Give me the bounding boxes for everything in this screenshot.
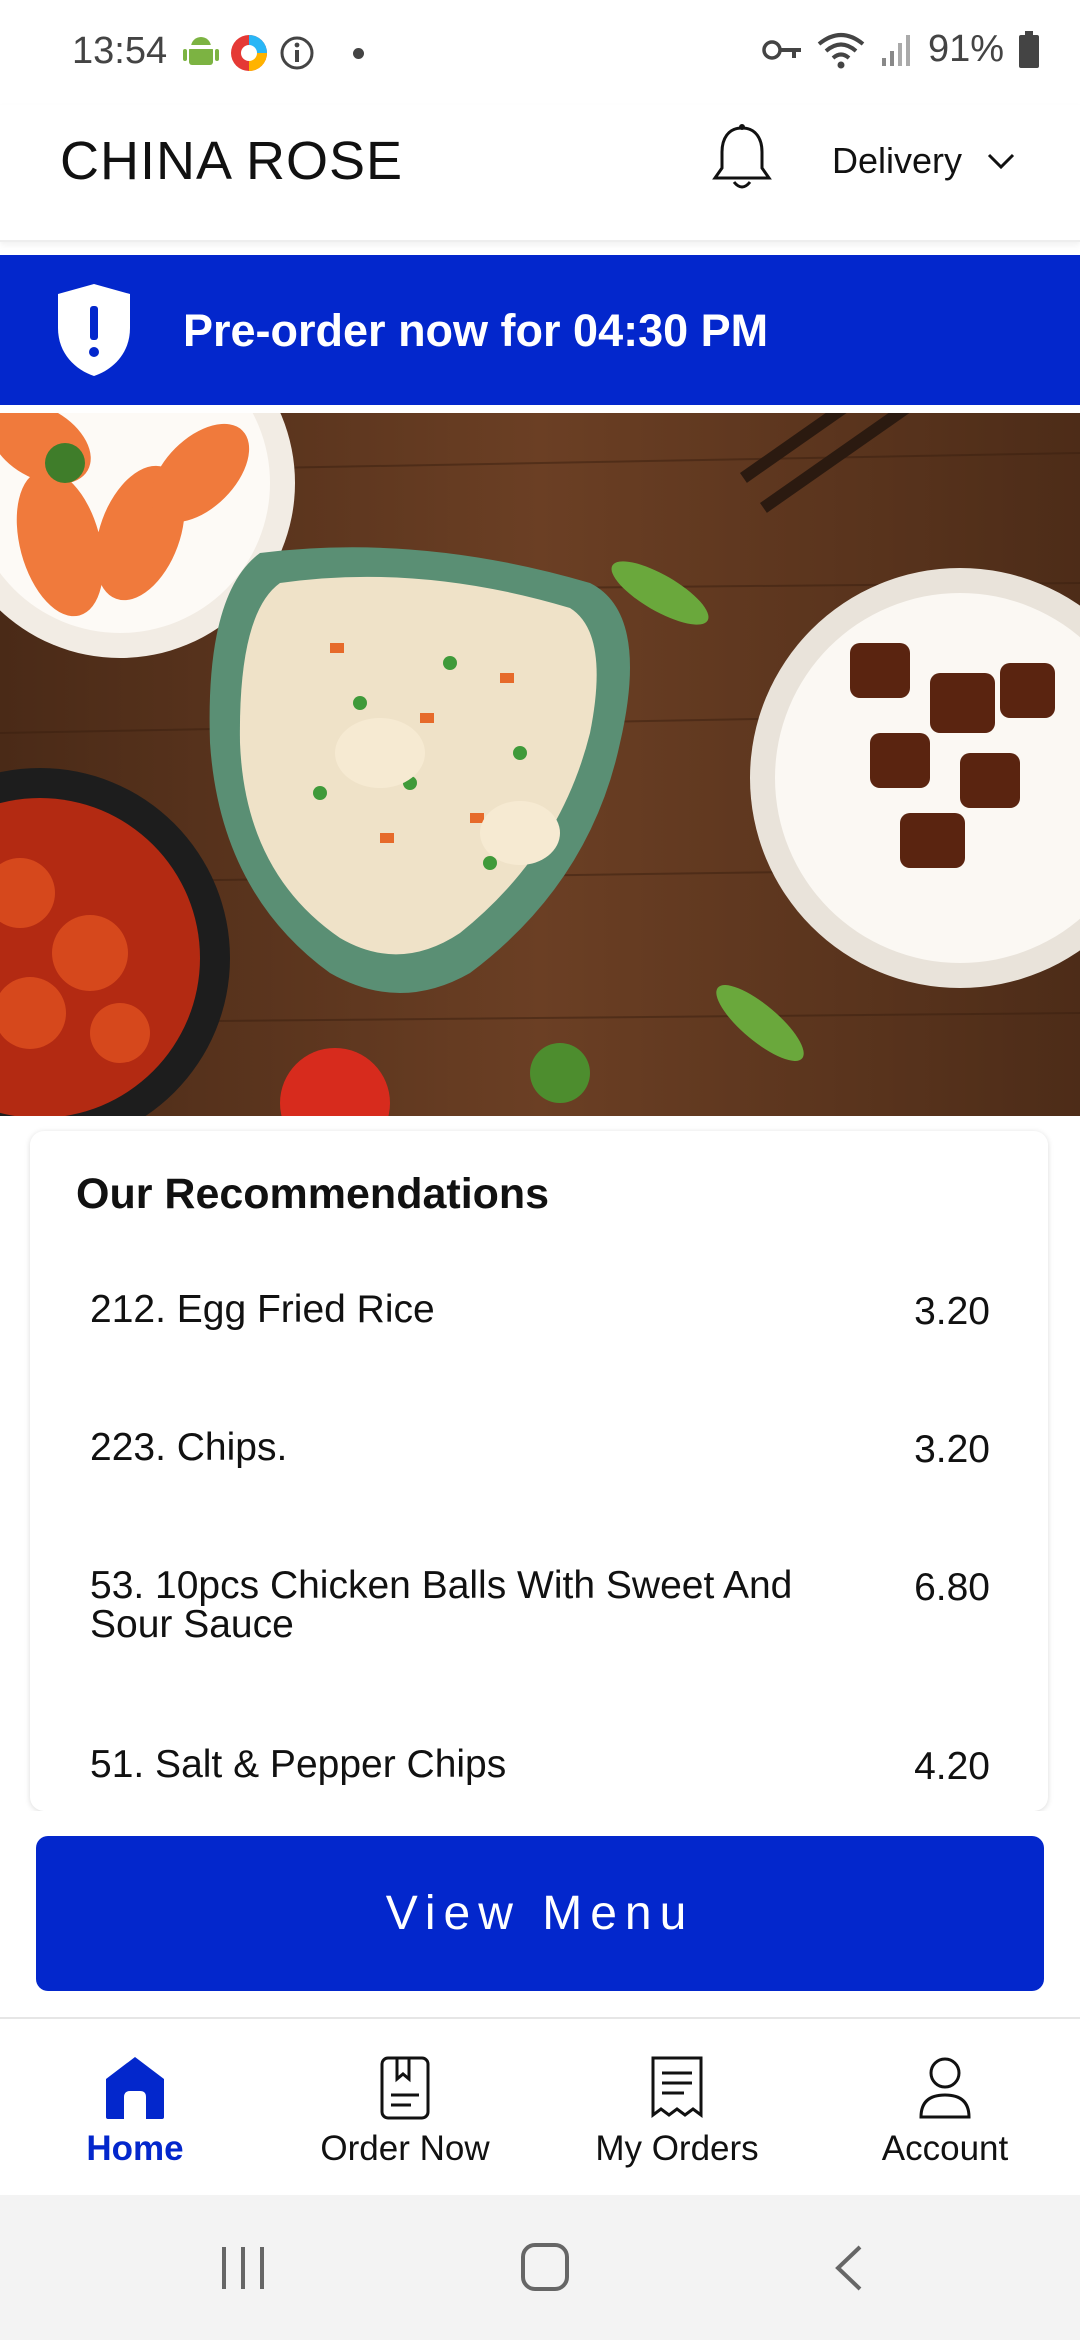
battery-percent: 91% — [927, 28, 1004, 70]
status-icons-left — [183, 33, 364, 73]
chevron-down-icon — [987, 153, 1015, 170]
battery-icon — [1019, 30, 1039, 68]
item-price: 3.20 — [914, 1428, 990, 1471]
item-price: 3.20 — [914, 1290, 990, 1333]
nav-label: Account — [881, 2129, 1009, 2168]
nav-home[interactable]: Home — [20, 2055, 250, 2169]
status-time: 13:54 — [72, 30, 168, 72]
recommendation-item[interactable]: 223. Chips. 3.20 — [90, 1428, 990, 1472]
app-icon — [231, 35, 267, 71]
item-name: 212. Egg Fried Rice — [90, 1288, 435, 1331]
recommendation-item[interactable]: 212. Egg Fried Rice 3.20 — [90, 1290, 990, 1334]
bell-icon[interactable] — [710, 122, 774, 194]
system-nav-bar — [0, 2195, 1080, 2340]
item-price: 6.80 — [914, 1566, 990, 1609]
nav-label: Home — [86, 2129, 184, 2168]
item-price: 4.20 — [914, 1745, 990, 1788]
preorder-text: Pre-order now for 04:30 PM — [183, 305, 769, 356]
status-icons-right: 91% — [762, 28, 1040, 71]
item-name: 223. Chips. — [90, 1426, 288, 1469]
recommendations-title: Our Recommendations — [76, 1170, 550, 1218]
dot-icon — [353, 47, 364, 59]
delivery-mode-label: Delivery — [832, 140, 963, 181]
hero-food-image — [0, 413, 1080, 1116]
back-icon[interactable] — [830, 2243, 866, 2293]
info-icon — [280, 36, 314, 70]
order-book-icon — [380, 2056, 430, 2120]
restaurant-title: CHINA ROSE — [60, 131, 404, 191]
shield-alert-icon — [58, 284, 130, 376]
delivery-mode-selector[interactable]: Delivery — [832, 140, 1016, 182]
home-icon — [106, 2057, 164, 2119]
nav-order-now[interactable]: Order Now — [290, 2055, 520, 2169]
card-fade — [0, 1811, 1080, 1836]
wifi-icon — [817, 32, 865, 68]
recommendation-item[interactable]: 53. 10pcs Chicken Balls With Sweet And S… — [90, 1566, 990, 1644]
recent-apps-icon[interactable] — [218, 2243, 268, 2293]
home-button-icon[interactable] — [520, 2242, 570, 2292]
key-icon — [762, 39, 801, 60]
nav-label: My Orders — [595, 2129, 759, 2168]
nav-label: Order Now — [320, 2129, 490, 2168]
hero-illustration — [0, 413, 1080, 1116]
signal-icon — [881, 34, 910, 66]
nav-my-orders[interactable]: My Orders — [562, 2055, 792, 2169]
view-menu-button[interactable]: View Menu — [36, 1836, 1044, 1991]
recommendation-item[interactable]: 51. Salt & Pepper Chips 4.20 — [90, 1745, 990, 1789]
item-name: 53. 10pcs Chicken Balls With Sweet And S… — [90, 1564, 793, 1646]
item-name: 51. Salt & Pepper Chips — [90, 1743, 507, 1786]
nav-account[interactable]: Account — [830, 2055, 1060, 2169]
android-icon — [183, 37, 219, 65]
receipt-icon — [651, 2056, 703, 2118]
person-icon — [919, 2057, 971, 2119]
